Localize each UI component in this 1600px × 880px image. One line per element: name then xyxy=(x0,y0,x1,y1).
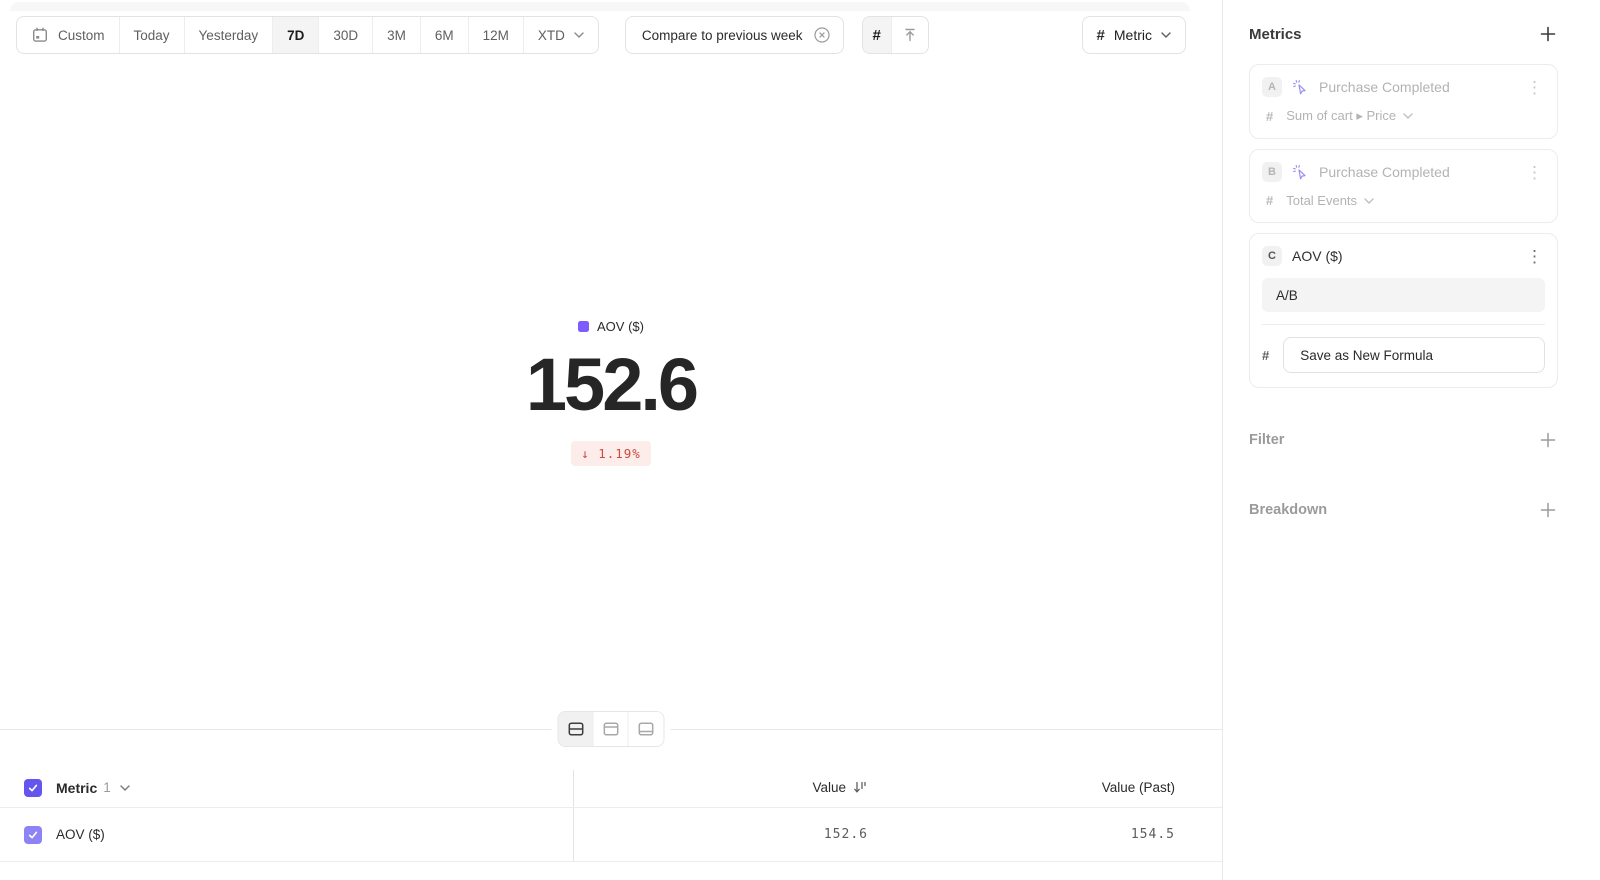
compare-chip[interactable]: Compare to previous week xyxy=(625,16,844,54)
chart-top-layout-button[interactable] xyxy=(594,712,629,746)
metric-badge: C xyxy=(1262,246,1282,266)
metric-badge: B xyxy=(1262,162,1282,182)
hash-icon: # xyxy=(1266,193,1273,208)
chart-bottom-layout-button[interactable] xyxy=(629,712,664,746)
metrics-title: Metrics xyxy=(1249,26,1302,43)
hash-icon: # xyxy=(873,27,881,44)
main-panel: Custom Today Yesterday 7D 30D 3M 6M 12M … xyxy=(0,0,1222,880)
date-range-7d[interactable]: 7D xyxy=(273,17,319,53)
calendar-icon xyxy=(31,26,49,44)
metric-value: 152.6 xyxy=(526,342,696,427)
table-header-row: Metric 1 Value Valu xyxy=(0,768,1222,808)
split-layout-button[interactable] xyxy=(559,712,594,746)
query-builder-sidebar: Metrics A Purchase Completed xyxy=(1222,0,1600,880)
breakdown-title: Breakdown xyxy=(1249,502,1327,518)
chevron-down-icon[interactable] xyxy=(120,785,130,791)
metric-card-c[interactable]: C AOV ($) ⋮ A/B # Save as New Formula xyxy=(1249,233,1558,388)
aggregation-selector[interactable]: Sum of cart ▸ Price xyxy=(1286,108,1413,124)
delta-badge: ↓ 1.19% xyxy=(571,441,651,466)
filter-section: Filter xyxy=(1249,430,1558,450)
add-metric-button[interactable] xyxy=(1538,24,1558,44)
metric-card-a[interactable]: A Purchase Completed ⋮ # Sum of cart ▸ xyxy=(1249,64,1558,139)
select-all-checkbox[interactable] xyxy=(24,779,42,797)
formula-input[interactable]: A/B xyxy=(1262,278,1545,312)
add-filter-button[interactable] xyxy=(1538,430,1558,450)
save-as-new-formula-button[interactable]: Save as New Formula xyxy=(1283,337,1545,373)
metrics-section-header: Metrics xyxy=(1249,24,1558,44)
metric-event-name[interactable]: Purchase Completed xyxy=(1319,79,1450,95)
remove-compare-icon[interactable] xyxy=(813,26,831,44)
date-range-custom[interactable]: Custom xyxy=(17,17,120,53)
metric-event-name[interactable]: Purchase Completed xyxy=(1319,164,1450,180)
split-layout-icon xyxy=(567,721,584,737)
date-range-30d[interactable]: 30D xyxy=(319,17,373,53)
chart-top-layout-icon xyxy=(602,721,619,737)
breakdown-section: Breakdown xyxy=(1249,500,1558,520)
big-number-chart: AOV ($) 152.6 ↓ 1.19% xyxy=(0,54,1222,730)
date-range-xtd[interactable]: XTD xyxy=(524,17,598,53)
formula-metric-name[interactable]: AOV ($) xyxy=(1292,248,1343,264)
event-sparkle-icon xyxy=(1292,164,1309,181)
kebab-menu-icon[interactable]: ⋮ xyxy=(1524,79,1545,96)
date-range-6m[interactable]: 6M xyxy=(421,17,469,53)
panel-top-edge xyxy=(10,2,1190,11)
number-view-toggle[interactable]: # xyxy=(863,17,892,53)
add-breakdown-button[interactable] xyxy=(1538,500,1558,520)
app: Custom Today Yesterday 7D 30D 3M 6M 12M … xyxy=(0,0,1600,880)
date-range-12m[interactable]: 12M xyxy=(469,17,524,53)
toolbar: Custom Today Yesterday 7D 30D 3M 6M 12M … xyxy=(16,16,1186,54)
chevron-down-icon xyxy=(1161,32,1171,38)
chevron-down-icon xyxy=(574,32,584,38)
metric-count: 1 xyxy=(103,780,111,795)
sort-descending-icon xyxy=(853,781,868,794)
date-range-label: Custom xyxy=(58,28,105,43)
metric-column-header: Metric xyxy=(56,780,97,796)
visualization-toggle: # xyxy=(862,16,929,54)
table-row[interactable]: AOV ($) 152.6 154.5 xyxy=(0,808,1222,862)
arrow-up-icon xyxy=(902,27,918,43)
date-range-today[interactable]: Today xyxy=(120,17,185,53)
chart-legend[interactable]: AOV ($) xyxy=(578,319,644,334)
hash-icon: # xyxy=(1262,348,1269,363)
arrow-up-view-toggle[interactable] xyxy=(892,17,928,53)
hash-icon: # xyxy=(1097,27,1105,44)
metric-badge: A xyxy=(1262,77,1282,97)
date-range-yesterday[interactable]: Yesterday xyxy=(185,17,274,53)
results-table: Metric 1 Value Valu xyxy=(0,768,1222,862)
layout-toggle xyxy=(552,711,671,747)
kebab-menu-icon[interactable]: ⋮ xyxy=(1524,164,1545,181)
metric-dropdown-button[interactable]: # Metric xyxy=(1082,16,1186,54)
date-range-3m[interactable]: 3M xyxy=(373,17,421,53)
hash-icon: # xyxy=(1266,109,1273,124)
legend-label: AOV ($) xyxy=(597,319,644,334)
row-metric-name: AOV ($) xyxy=(56,827,105,842)
value-column-header[interactable]: Value xyxy=(812,780,868,795)
date-range-group: Custom Today Yesterday 7D 30D 3M 6M 12M … xyxy=(16,16,599,54)
filter-title: Filter xyxy=(1249,432,1284,448)
row-value: 152.6 xyxy=(824,827,868,842)
metric-dropdown-label: Metric xyxy=(1114,27,1152,43)
kebab-menu-icon[interactable]: ⋮ xyxy=(1524,248,1545,265)
row-value-past: 154.5 xyxy=(1131,827,1175,842)
metric-card-b[interactable]: B Purchase Completed ⋮ # Total Events xyxy=(1249,149,1558,223)
row-checkbox[interactable] xyxy=(24,826,42,844)
compare-chip-label: Compare to previous week xyxy=(642,28,803,43)
value-past-column-header[interactable]: Value (Past) xyxy=(1102,780,1175,795)
chart-bottom-layout-icon xyxy=(638,721,655,737)
series-swatch xyxy=(578,321,589,332)
event-sparkle-icon xyxy=(1292,79,1309,96)
aggregation-selector[interactable]: Total Events xyxy=(1286,193,1374,208)
